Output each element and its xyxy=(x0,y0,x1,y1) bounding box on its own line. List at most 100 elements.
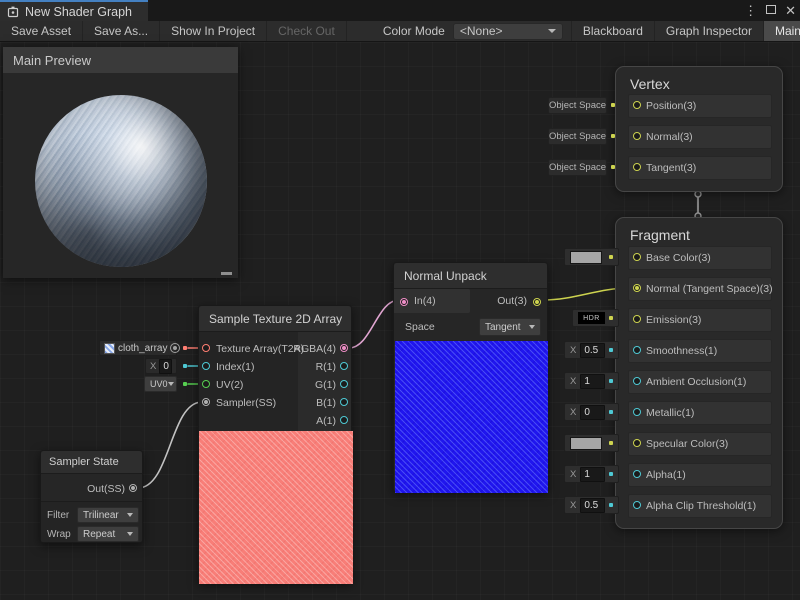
fragment-block[interactable]: Fragment Base Color(3) Normal (Tangent S… xyxy=(615,217,783,529)
out-ss-port[interactable] xyxy=(129,484,137,492)
cloth-array-texture-field[interactable]: cloth_array xyxy=(99,340,177,356)
metallic-value-field[interactable]: X 0 xyxy=(564,403,619,421)
title-bar: New Shader Graph ⋮ ✕ xyxy=(0,0,800,22)
shader-graph-window: New Shader Graph ⋮ ✕ Save Asset Save As.… xyxy=(0,0,800,600)
b-port[interactable] xyxy=(340,398,348,406)
blackboard-toggle-button[interactable]: Blackboard xyxy=(571,21,654,41)
sample-texture-2d-array-node[interactable]: Sample Texture 2D Array Texture Array(T2… xyxy=(198,305,352,583)
sampler-port[interactable] xyxy=(202,398,210,406)
normal-unpack-node[interactable]: Normal Unpack In(4) Out(3) Space Tangent xyxy=(393,262,548,492)
rgba-row: RGBA(4) xyxy=(298,341,351,357)
sampled-texture-preview xyxy=(199,431,353,584)
preview-resize-handle[interactable] xyxy=(221,272,232,275)
color-mode-group: Color Mode <None> xyxy=(375,21,571,41)
normal-tangent-space-slot: Normal (Tangent Space)(3) xyxy=(628,277,772,301)
check-out-button: Check Out xyxy=(267,21,347,41)
save-asset-button[interactable]: Save Asset xyxy=(0,21,83,41)
tab-title: New Shader Graph xyxy=(25,5,132,19)
metallic-slot: Metallic(1) xyxy=(628,401,772,425)
ambient-occlusion-port[interactable] xyxy=(633,377,641,385)
color-mode-dropdown[interactable]: <None> xyxy=(453,23,563,40)
show-in-project-button[interactable]: Show In Project xyxy=(160,21,267,41)
index-value-field[interactable]: X 0 xyxy=(145,358,177,374)
chevron-down-icon xyxy=(127,532,133,536)
graph-canvas[interactable]: Main Preview Vertex Position(3) Normal(3… xyxy=(0,42,800,600)
filter-dropdown[interactable]: Trilinear xyxy=(77,507,139,523)
chevron-down-icon xyxy=(127,513,133,517)
smoothness-slot: Smoothness(1) xyxy=(628,339,772,363)
b-row: B(1) xyxy=(298,395,351,411)
sampler-properties: Filter Trilinear Wrap Repeat xyxy=(41,501,142,542)
shader-graph-icon xyxy=(7,6,19,18)
in-port[interactable] xyxy=(400,298,408,306)
g-port[interactable] xyxy=(340,380,348,388)
sampler-state-node[interactable]: Sampler State Out(SS) Filter Trilinear W… xyxy=(40,450,143,543)
alpha-clip-threshold-value-field[interactable]: X 0.5 xyxy=(564,496,619,514)
wire-dot xyxy=(183,346,187,350)
wire-dot xyxy=(609,379,613,383)
wire-dot xyxy=(609,410,613,414)
emission-port[interactable] xyxy=(633,315,641,323)
main-preview-panel[interactable]: Main Preview xyxy=(3,47,238,278)
base-color-port[interactable] xyxy=(633,253,641,261)
color-mode-label: Color Mode xyxy=(375,24,453,38)
chevron-down-icon xyxy=(168,382,174,386)
normal-tangent-space-port[interactable] xyxy=(633,284,641,292)
tangent-space-chip: Object Space xyxy=(548,159,607,176)
emission-hdr-field[interactable]: HDR xyxy=(572,309,619,327)
base-color-slot: Base Color(3) xyxy=(628,246,772,270)
metallic-port[interactable] xyxy=(633,408,641,416)
wire-dot xyxy=(183,364,187,368)
position-port[interactable] xyxy=(633,101,641,109)
main-preview-toggle-button[interactable]: Main Preview xyxy=(763,21,800,41)
alpha-value-field[interactable]: X 1 xyxy=(564,465,619,483)
tangent-port[interactable] xyxy=(633,163,641,171)
main-preview-header[interactable]: Main Preview xyxy=(3,47,238,73)
color-swatch[interactable] xyxy=(570,437,602,450)
node-title: Sample Texture 2D Array xyxy=(199,306,351,332)
main-preview-title: Main Preview xyxy=(13,53,91,68)
save-as-button[interactable]: Save As... xyxy=(83,21,160,41)
base-color-swatch-field[interactable] xyxy=(564,248,619,266)
vertex-block-title: Vertex xyxy=(616,67,782,92)
out-port[interactable] xyxy=(533,298,541,306)
main-preview-body xyxy=(3,73,238,278)
uv-channel-dropdown[interactable]: UV0 xyxy=(144,376,177,392)
index-port[interactable] xyxy=(202,362,210,370)
rgba-port[interactable] xyxy=(340,344,348,352)
hdr-color-swatch[interactable]: HDR xyxy=(578,312,605,324)
space-dropdown[interactable]: Tangent xyxy=(479,318,541,336)
wire-dot xyxy=(609,255,613,259)
alpha-slot: Alpha(1) xyxy=(628,463,772,487)
normal-space-chip: Object Space xyxy=(548,128,607,145)
wire-dot xyxy=(609,316,613,320)
a-port[interactable] xyxy=(340,416,348,424)
vertex-tangent-slot: Tangent(3) xyxy=(628,156,772,180)
texture-array-port[interactable] xyxy=(202,344,210,352)
document-tab[interactable]: New Shader Graph xyxy=(0,0,148,21)
close-icon[interactable]: ✕ xyxy=(785,0,796,21)
smoothness-port[interactable] xyxy=(633,346,641,354)
specular-color-port[interactable] xyxy=(633,439,641,447)
smoothness-value-field[interactable]: X 0.5 xyxy=(564,341,619,359)
vertex-position-slot: Position(3) xyxy=(628,94,772,118)
vertex-block[interactable]: Vertex Position(3) Normal(3) Tangent(3) xyxy=(615,66,783,192)
r-port[interactable] xyxy=(340,362,348,370)
maximize-icon[interactable] xyxy=(766,0,776,21)
uv-port[interactable] xyxy=(202,380,210,388)
kebab-menu-icon[interactable]: ⋮ xyxy=(744,0,757,21)
uv-row: UV(2) xyxy=(199,377,298,393)
color-swatch[interactable] xyxy=(570,251,602,264)
ambient-occlusion-value-field[interactable]: X 1 xyxy=(564,372,619,390)
wire-sampler-state-to-sampler xyxy=(138,402,201,488)
wrap-dropdown[interactable]: Repeat xyxy=(77,526,139,542)
wire-dot xyxy=(611,134,615,138)
emission-slot: Emission(3) xyxy=(628,308,772,332)
alpha-clip-threshold-port[interactable] xyxy=(633,501,641,509)
graph-inspector-toggle-button[interactable]: Graph Inspector xyxy=(654,21,763,41)
texture-thumbnail-icon xyxy=(104,343,115,354)
normal-unpack-ports-row: In(4) Out(3) xyxy=(394,289,547,313)
specular-color-swatch-field[interactable] xyxy=(564,434,619,452)
normal-port[interactable] xyxy=(633,132,641,140)
alpha-port[interactable] xyxy=(633,470,641,478)
